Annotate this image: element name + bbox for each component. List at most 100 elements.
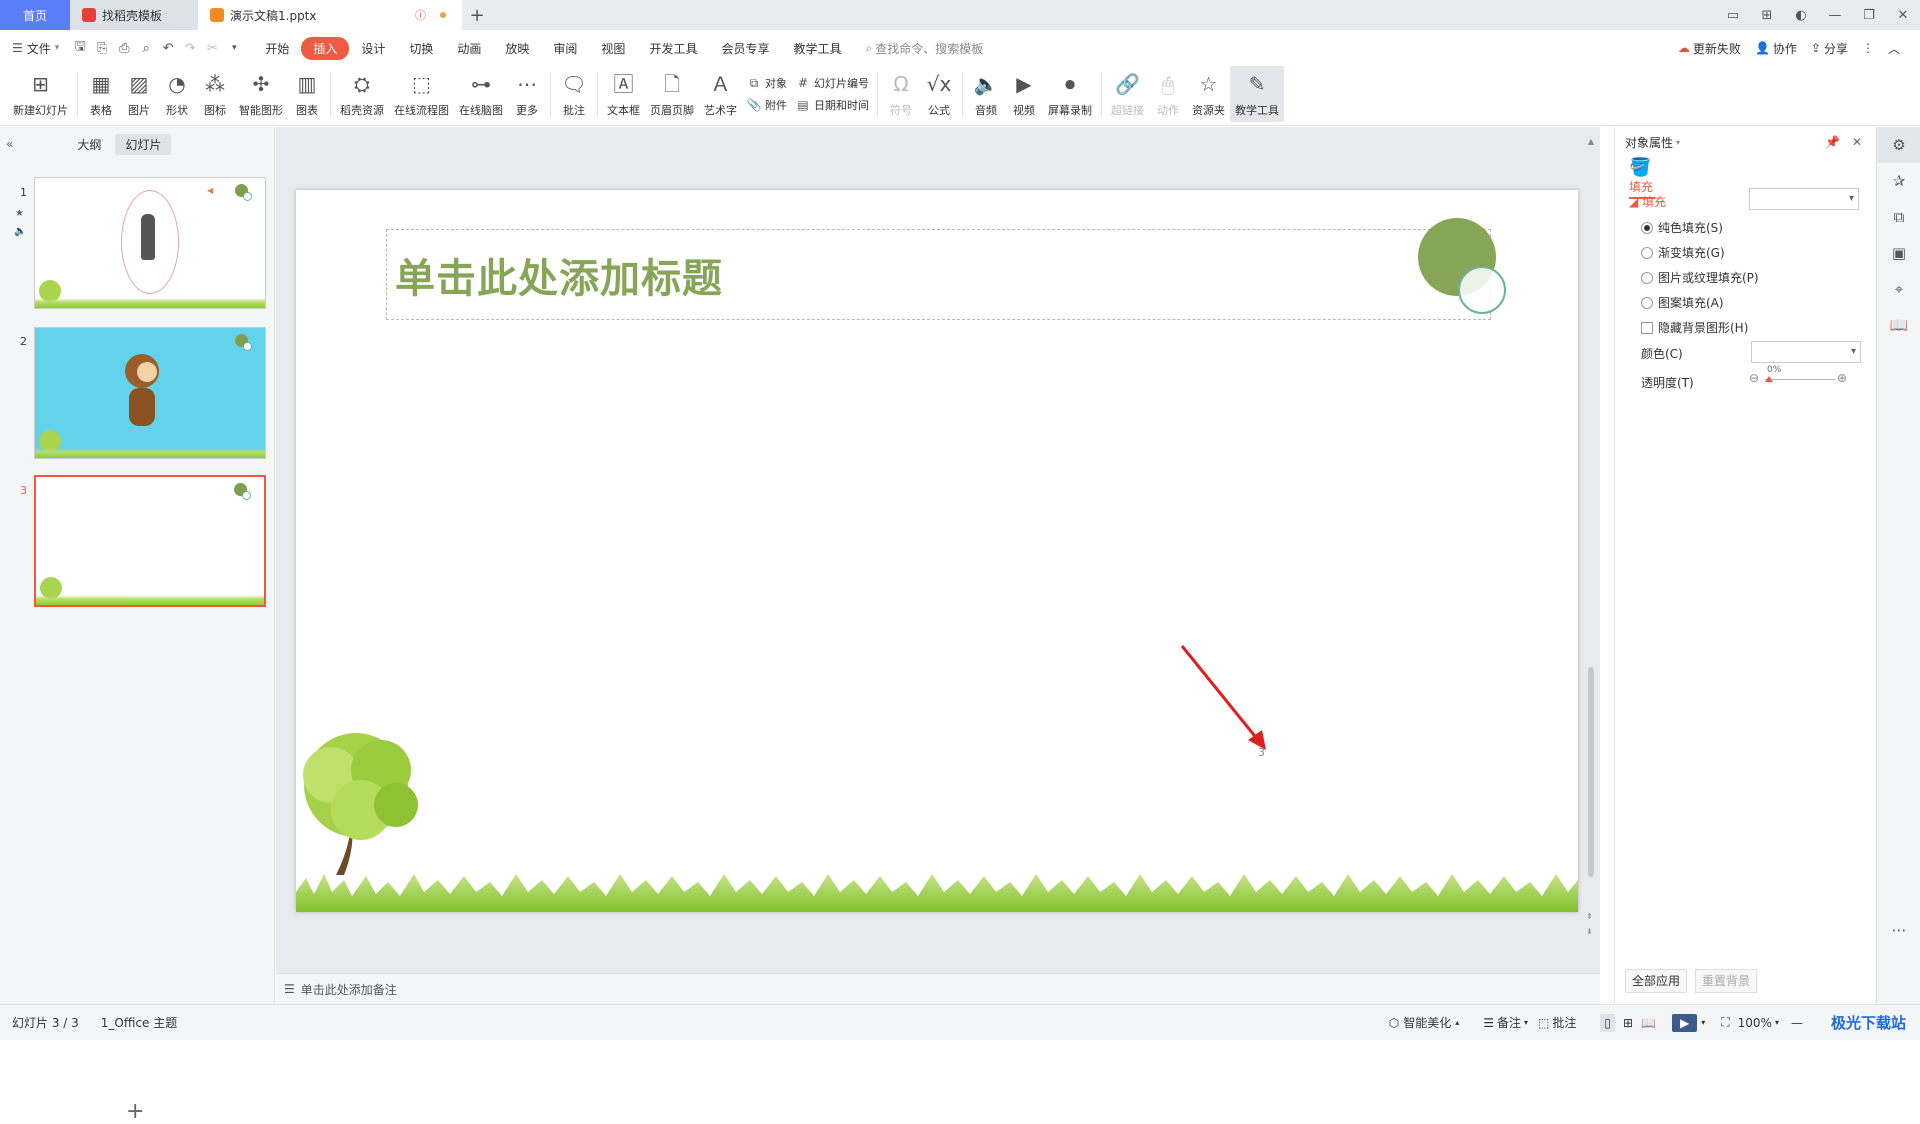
video-button[interactable]: ▶ 视频 <box>1005 66 1043 122</box>
title-placeholder-text[interactable]: 单击此处添加标题 <box>395 246 723 304</box>
new-tab-button[interactable]: + <box>462 0 492 30</box>
slides-tab[interactable]: 幻灯片 <box>115 133 172 155</box>
gradient-fill-radio[interactable]: 渐变填充(G) <box>1615 240 1876 265</box>
scroll-thumb[interactable] <box>1588 667 1594 877</box>
grid-view-icon[interactable]: ⊞ <box>1623 1016 1633 1030</box>
layout-icon[interactable]: ▭ <box>1716 8 1750 23</box>
comment-button[interactable]: 🗨 批注 <box>555 66 593 122</box>
more-icon[interactable]: ⋯ <box>1877 912 1920 948</box>
transparency-slider[interactable] <box>1765 379 1835 380</box>
next-slide-icon[interactable]: ⇟ <box>1586 927 1593 936</box>
picture-fill-radio[interactable]: 图片或纹理填充(P) <box>1615 265 1876 290</box>
tab-template[interactable]: 找稻壳模板 <box>70 0 198 30</box>
vertical-scrollbar[interactable]: ▲ ⇞ ⇟ <box>1586 137 1596 963</box>
hyperlink-button[interactable]: 🔗 超链接 <box>1106 66 1149 122</box>
export-pdf-icon[interactable]: ⎘ <box>91 41 113 56</box>
beautify-icon[interactable]: ▣ <box>1877 235 1920 271</box>
table-button[interactable]: ▦ 表格 <box>82 66 120 122</box>
share-button[interactable]: ⇪ 分享 <box>1811 40 1848 57</box>
smart-beautify-button[interactable]: ⬡ 智能美化 ▴ <box>1389 1014 1460 1031</box>
mindmap-button[interactable]: ⊶ 在线脑图 <box>454 66 508 122</box>
smart-art-button[interactable]: ✣ 智能图形 <box>234 66 288 122</box>
daoke-resource-button[interactable]: ⛭ 稻壳资源 <box>335 66 389 122</box>
print-icon[interactable]: ⎙ <box>113 41 135 56</box>
tab-start[interactable]: 开始 <box>253 40 301 57</box>
textbox-button[interactable]: 🄰 文本框 <box>602 66 645 122</box>
fill-type-dropdown[interactable]: ▾ <box>1749 188 1859 210</box>
animation-icon[interactable]: ✰ <box>1877 163 1920 199</box>
solid-fill-radio[interactable]: 纯色填充(S) <box>1615 215 1876 240</box>
add-slide-button[interactable]: + <box>126 1099 144 1124</box>
zoom-out-icon[interactable]: — <box>1791 1016 1803 1030</box>
minimize-icon[interactable]: — <box>1818 8 1852 23</box>
panel-title[interactable]: 对象属性 <box>1625 134 1673 151</box>
undo-icon[interactable]: ↶ <box>157 41 179 56</box>
attachment-button[interactable]: 📎 附件 <box>746 97 787 113</box>
flowchart-button[interactable]: ⬚ 在线流程图 <box>389 66 454 122</box>
tab-transition[interactable]: 切换 <box>397 40 445 57</box>
slide-thumbnail-3[interactable] <box>34 475 266 607</box>
redo-icon[interactable]: ↷ <box>179 41 201 56</box>
wordart-button[interactable]: Ａ 艺术字 <box>699 66 742 122</box>
formula-button[interactable]: √x 公式 <box>920 66 958 122</box>
notes-placeholder[interactable]: 单击此处添加备注 <box>301 981 397 998</box>
pattern-fill-radio[interactable]: 图案填充(A) <box>1615 290 1876 315</box>
slide-thumbnail-1[interactable]: ◀ <box>34 177 266 309</box>
tab-animation[interactable]: 动画 <box>445 40 493 57</box>
slide-number-button[interactable]: # 幻灯片编号 <box>795 75 869 91</box>
location-icon[interactable]: ⌖ <box>1877 271 1920 307</box>
collapse-ribbon-icon[interactable]: ︿ <box>1888 40 1900 57</box>
tab-insert[interactable]: 插入 <box>301 36 350 60</box>
tab-home[interactable]: 首页 <box>0 0 70 30</box>
collaborate-button[interactable]: 👤 协作 <box>1755 40 1797 57</box>
reading-view-icon[interactable]: 📖 <box>1641 1016 1656 1030</box>
tab-design[interactable]: 设计 <box>349 40 397 57</box>
collapse-pane-icon[interactable]: « <box>6 137 13 151</box>
fit-window-icon[interactable]: ⛶ <box>1721 1015 1729 1030</box>
tab-teaching[interactable]: 教学工具 <box>781 40 853 57</box>
slider-handle[interactable] <box>1765 376 1773 382</box>
normal-view-icon[interactable]: ▯ <box>1600 1013 1615 1032</box>
pin-icon[interactable]: 📌 <box>1825 135 1840 149</box>
book-icon[interactable]: 📖 <box>1877 307 1920 343</box>
customize-icon[interactable]: ▾ <box>223 43 245 53</box>
symbol-button[interactable]: Ω 符号 <box>882 66 920 122</box>
close-panel-icon[interactable]: ✕ <box>1852 135 1862 149</box>
action-button[interactable]: 🖱 动作 <box>1149 66 1187 122</box>
file-menu[interactable]: ☰ 文件 ▾ <box>12 40 59 57</box>
tab-slideshow[interactable]: 放映 <box>493 40 541 57</box>
slide[interactable]: 单击此处添加标题 3 <box>296 190 1578 912</box>
tab-review[interactable]: 审阅 <box>541 40 589 57</box>
tab-document[interactable]: 演示文稿1.pptx ⓘ <box>198 0 462 30</box>
close-icon[interactable]: ✕ <box>1886 8 1920 23</box>
title-placeholder[interactable]: 单击此处添加标题 <box>386 229 1491 320</box>
transparency-decrease-icon[interactable]: ⊖ <box>1749 371 1759 385</box>
play-options-icon[interactable]: ▾ <box>1701 1018 1705 1027</box>
picture-button[interactable]: ▨ 图片 <box>120 66 158 122</box>
outline-tab[interactable]: 大纲 <box>67 134 111 155</box>
screen-record-button[interactable]: ⏺ 屏幕录制 <box>1043 66 1097 122</box>
zoom-level[interactable]: 100% <box>1738 1016 1772 1030</box>
notes-bar[interactable]: ☰ 单击此处添加备注 <box>276 973 1600 1004</box>
resource-folder-button[interactable]: ☆ 资源夹 <box>1187 66 1230 122</box>
play-button[interactable]: ▶ <box>1672 1013 1698 1032</box>
restore-icon[interactable]: ❐ <box>1852 8 1886 23</box>
warning-icon[interactable]: ⓘ <box>415 7 426 23</box>
new-slide-button[interactable]: ⊞ 新建幻灯片 <box>8 66 73 122</box>
comment-toggle[interactable]: ⬚ 批注 <box>1538 1014 1576 1031</box>
apps-icon[interactable]: ⊞ <box>1750 8 1784 23</box>
datetime-button[interactable]: ▤ 日期和时间 <box>795 97 869 113</box>
slide-thumbnail-2[interactable] <box>34 327 266 459</box>
properties-icon[interactable]: ⚙ <box>1877 127 1920 163</box>
color-dropdown[interactable]: ▾ <box>1751 341 1861 363</box>
tab-member[interactable]: 会员专享 <box>709 40 781 57</box>
tab-developer[interactable]: 开发工具 <box>637 40 709 57</box>
more-icon[interactable]: ⋮ <box>1862 41 1874 55</box>
icon-button[interactable]: ⁂ 图标 <box>196 66 234 122</box>
avatar[interactable]: ◐ <box>1784 8 1818 23</box>
teaching-tools-button[interactable]: ✎ 教学工具 <box>1230 66 1284 122</box>
hide-bg-checkbox[interactable]: 隐藏背景图形(H) <box>1615 315 1876 340</box>
scroll-up-icon[interactable]: ▲ <box>1586 137 1596 146</box>
transition-icon[interactable]: ⧉ <box>1877 199 1920 235</box>
update-failed[interactable]: ☁ 更新失败 <box>1678 40 1741 57</box>
